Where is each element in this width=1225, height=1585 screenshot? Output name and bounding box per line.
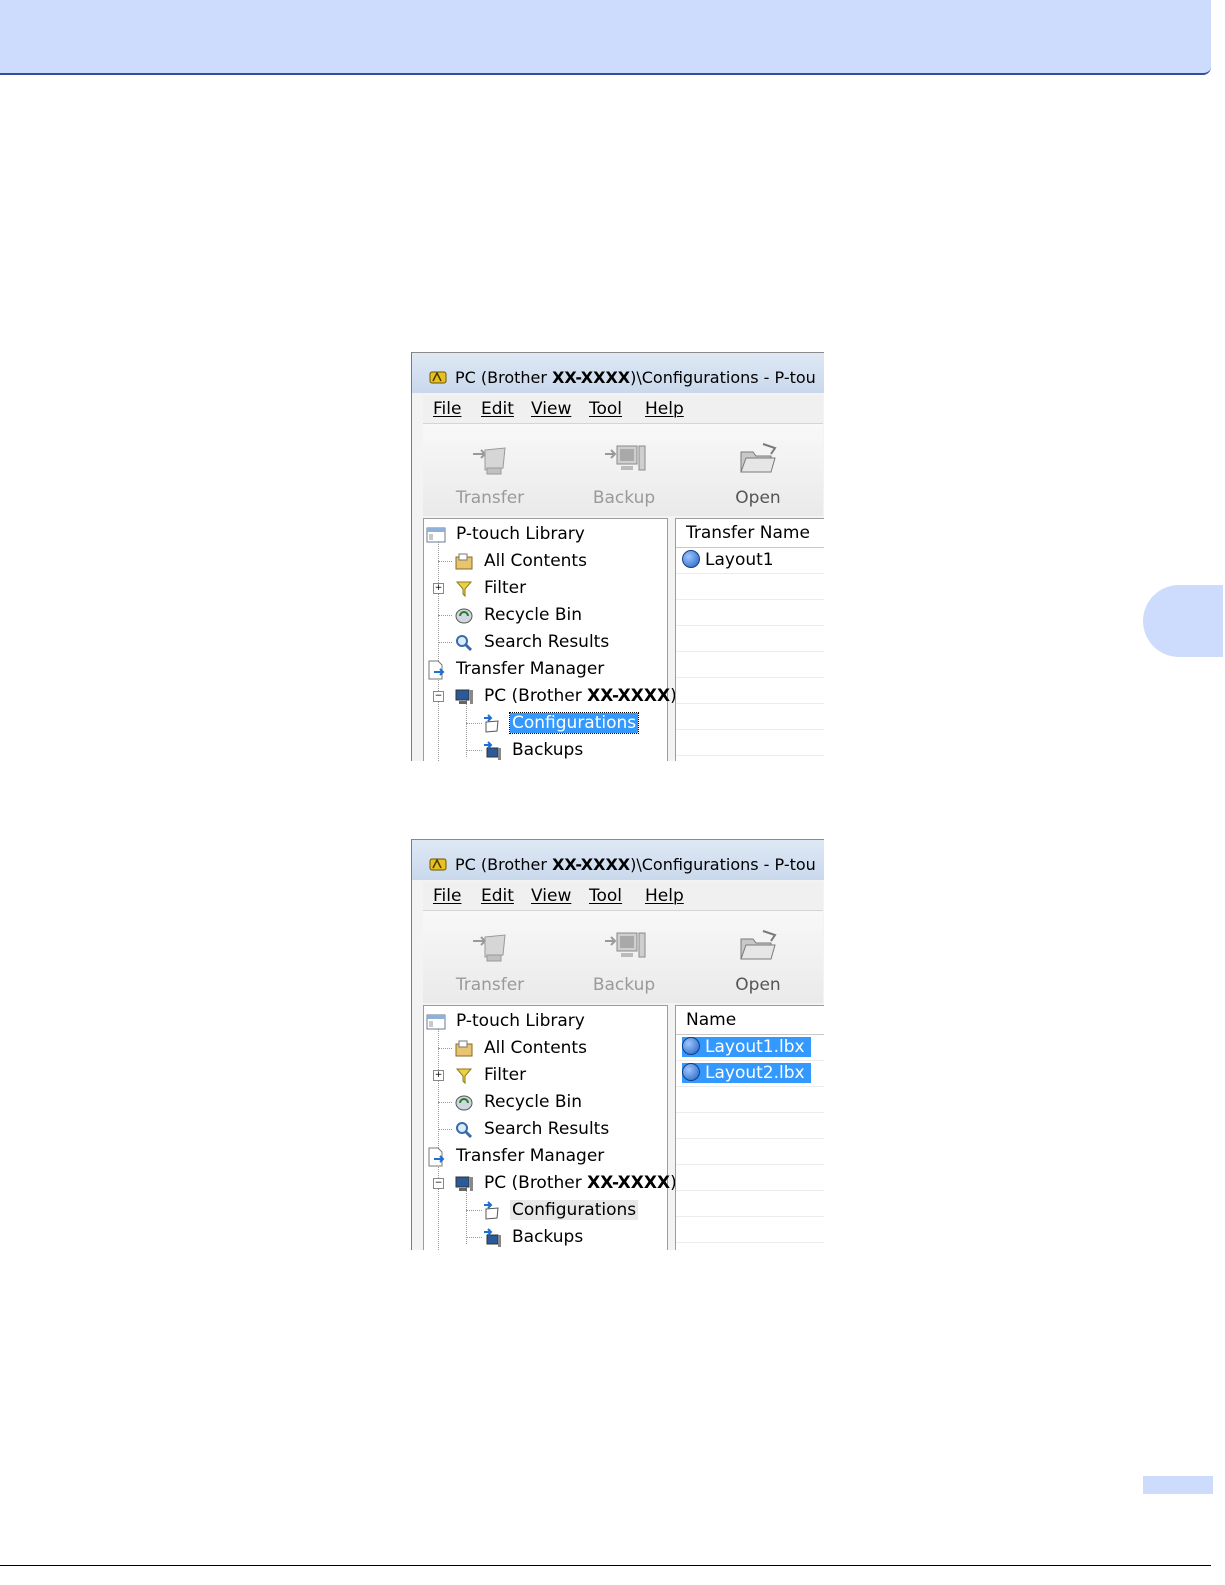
file-list-pane[interactable]: Name Layout1.lbx Layout2.lbx xyxy=(675,1005,824,1250)
list-row xyxy=(676,574,824,600)
list-row xyxy=(676,652,824,678)
list-row xyxy=(676,1165,824,1191)
toolbar: Transfer Backup Open xyxy=(423,911,823,1003)
backup-button[interactable]: Backup xyxy=(579,911,669,1001)
list-row xyxy=(676,704,824,730)
open-label: Open xyxy=(735,975,781,995)
list-row xyxy=(676,626,824,652)
layout-file-icon xyxy=(682,550,700,568)
menu-view[interactable]: View xyxy=(531,886,571,906)
computer-icon xyxy=(455,689,473,704)
open-label: Open xyxy=(735,488,781,508)
file-item-layout2-lbx[interactable]: Layout2.lbx xyxy=(682,1063,811,1083)
ptouch-app-icon xyxy=(429,371,447,384)
recycle-bin-icon xyxy=(455,608,473,624)
filter-expand-icon[interactable]: + xyxy=(433,1070,444,1081)
list-row xyxy=(676,600,824,626)
transfer-icon xyxy=(473,934,506,962)
backups-icon xyxy=(484,741,501,760)
configurations-icon xyxy=(484,1201,499,1220)
window-title: PC (Brother XX-XXXX)\Configurations - P-… xyxy=(455,855,816,874)
backup-label: Backup xyxy=(592,488,656,508)
list-row[interactable]: Layout2.lbx xyxy=(676,1061,824,1087)
backup-icon xyxy=(605,932,646,958)
transfer-label: Transfer xyxy=(455,488,525,508)
menu-bar: File Edit View Tool Help xyxy=(423,882,823,911)
chapter-side-tab xyxy=(1143,585,1223,657)
backup-button[interactable]: Backup xyxy=(579,424,669,514)
list-row xyxy=(676,678,824,704)
backups-icon xyxy=(484,1228,501,1247)
page-number-tab xyxy=(1143,1476,1213,1494)
list-row xyxy=(676,1087,824,1113)
transfer-icon xyxy=(473,447,506,475)
menu-help[interactable]: Help xyxy=(645,886,684,906)
menu-bar: File Edit View Tool Help xyxy=(423,395,823,424)
window-titlebar: PC (Brother XX-XXXX)\Configurations - P-… xyxy=(412,353,824,393)
filter-icon xyxy=(455,581,473,598)
menu-file[interactable]: File xyxy=(433,886,461,906)
open-button[interactable]: Open xyxy=(713,424,803,514)
pc-collapse-icon[interactable]: − xyxy=(433,1178,444,1189)
transfer-button[interactable]: Transfer xyxy=(445,911,535,1001)
recycle-bin-icon xyxy=(455,1095,473,1111)
screenshot-transfer-manager-1: PC (Brother XX-XXXX)\Configurations - P-… xyxy=(411,352,824,761)
transfer-label: Transfer xyxy=(455,975,525,995)
window-titlebar: PC (Brother XX-XXXX)\Configurations - P-… xyxy=(412,840,824,880)
file-item-layout1-lbx[interactable]: Layout1.lbx xyxy=(682,1037,811,1057)
file-list-pane[interactable]: Transfer Name Layout1 xyxy=(675,518,824,761)
layout-file-icon xyxy=(682,1063,700,1081)
list-row xyxy=(676,1217,824,1243)
list-row xyxy=(676,730,824,756)
menu-tool[interactable]: Tool xyxy=(589,399,622,419)
ptouch-app-icon xyxy=(429,858,447,871)
library-tree-pane[interactable]: + − P-touch Library All Contents Filter … xyxy=(423,1005,677,1250)
library-icon xyxy=(426,1014,446,1030)
filter-expand-icon[interactable]: + xyxy=(433,583,444,594)
library-tree-pane[interactable]: + − P-touch Library All Contents Filter … xyxy=(423,518,677,761)
file-item-layout1[interactable]: Layout1 xyxy=(682,550,776,570)
list-column-header[interactable]: Name xyxy=(676,1006,824,1035)
search-icon xyxy=(456,635,473,652)
filter-icon xyxy=(455,1068,473,1085)
page-header-band xyxy=(0,0,1211,75)
transfer-manager-icon xyxy=(428,1147,445,1167)
pc-collapse-icon[interactable]: − xyxy=(433,691,444,702)
toolbar: Transfer Backup Open xyxy=(423,424,823,516)
open-folder-icon xyxy=(740,930,777,960)
list-column-header[interactable]: Transfer Name xyxy=(676,519,824,548)
menu-file[interactable]: File xyxy=(433,399,461,419)
footer-rule xyxy=(0,1565,1211,1566)
menu-edit[interactable]: Edit xyxy=(481,399,514,419)
layout-file-icon xyxy=(682,1037,700,1055)
list-row xyxy=(676,1191,824,1217)
backup-icon xyxy=(605,445,646,471)
transfer-manager-icon xyxy=(428,660,445,680)
list-row xyxy=(676,1139,824,1165)
open-folder-icon xyxy=(740,443,777,473)
window-title: PC (Brother XX-XXXX)\Configurations - P-… xyxy=(455,368,816,387)
screenshot-transfer-manager-2: PC (Brother XX-XXXX)\Configurations - P-… xyxy=(411,839,824,1250)
menu-edit[interactable]: Edit xyxy=(481,886,514,906)
all-contents-icon xyxy=(455,553,473,570)
list-row xyxy=(676,1113,824,1139)
menu-help[interactable]: Help xyxy=(645,399,684,419)
configurations-icon xyxy=(484,714,499,733)
transfer-button[interactable]: Transfer xyxy=(445,424,535,514)
search-icon xyxy=(456,1122,473,1139)
open-button[interactable]: Open xyxy=(713,911,803,1001)
all-contents-icon xyxy=(455,1040,473,1057)
backup-label: Backup xyxy=(592,975,656,995)
computer-icon xyxy=(455,1176,473,1191)
list-row[interactable]: Layout1.lbx xyxy=(676,1035,824,1061)
library-icon xyxy=(426,527,446,543)
menu-view[interactable]: View xyxy=(531,399,571,419)
menu-tool[interactable]: Tool xyxy=(589,886,622,906)
list-row[interactable]: Layout1 xyxy=(676,548,824,574)
